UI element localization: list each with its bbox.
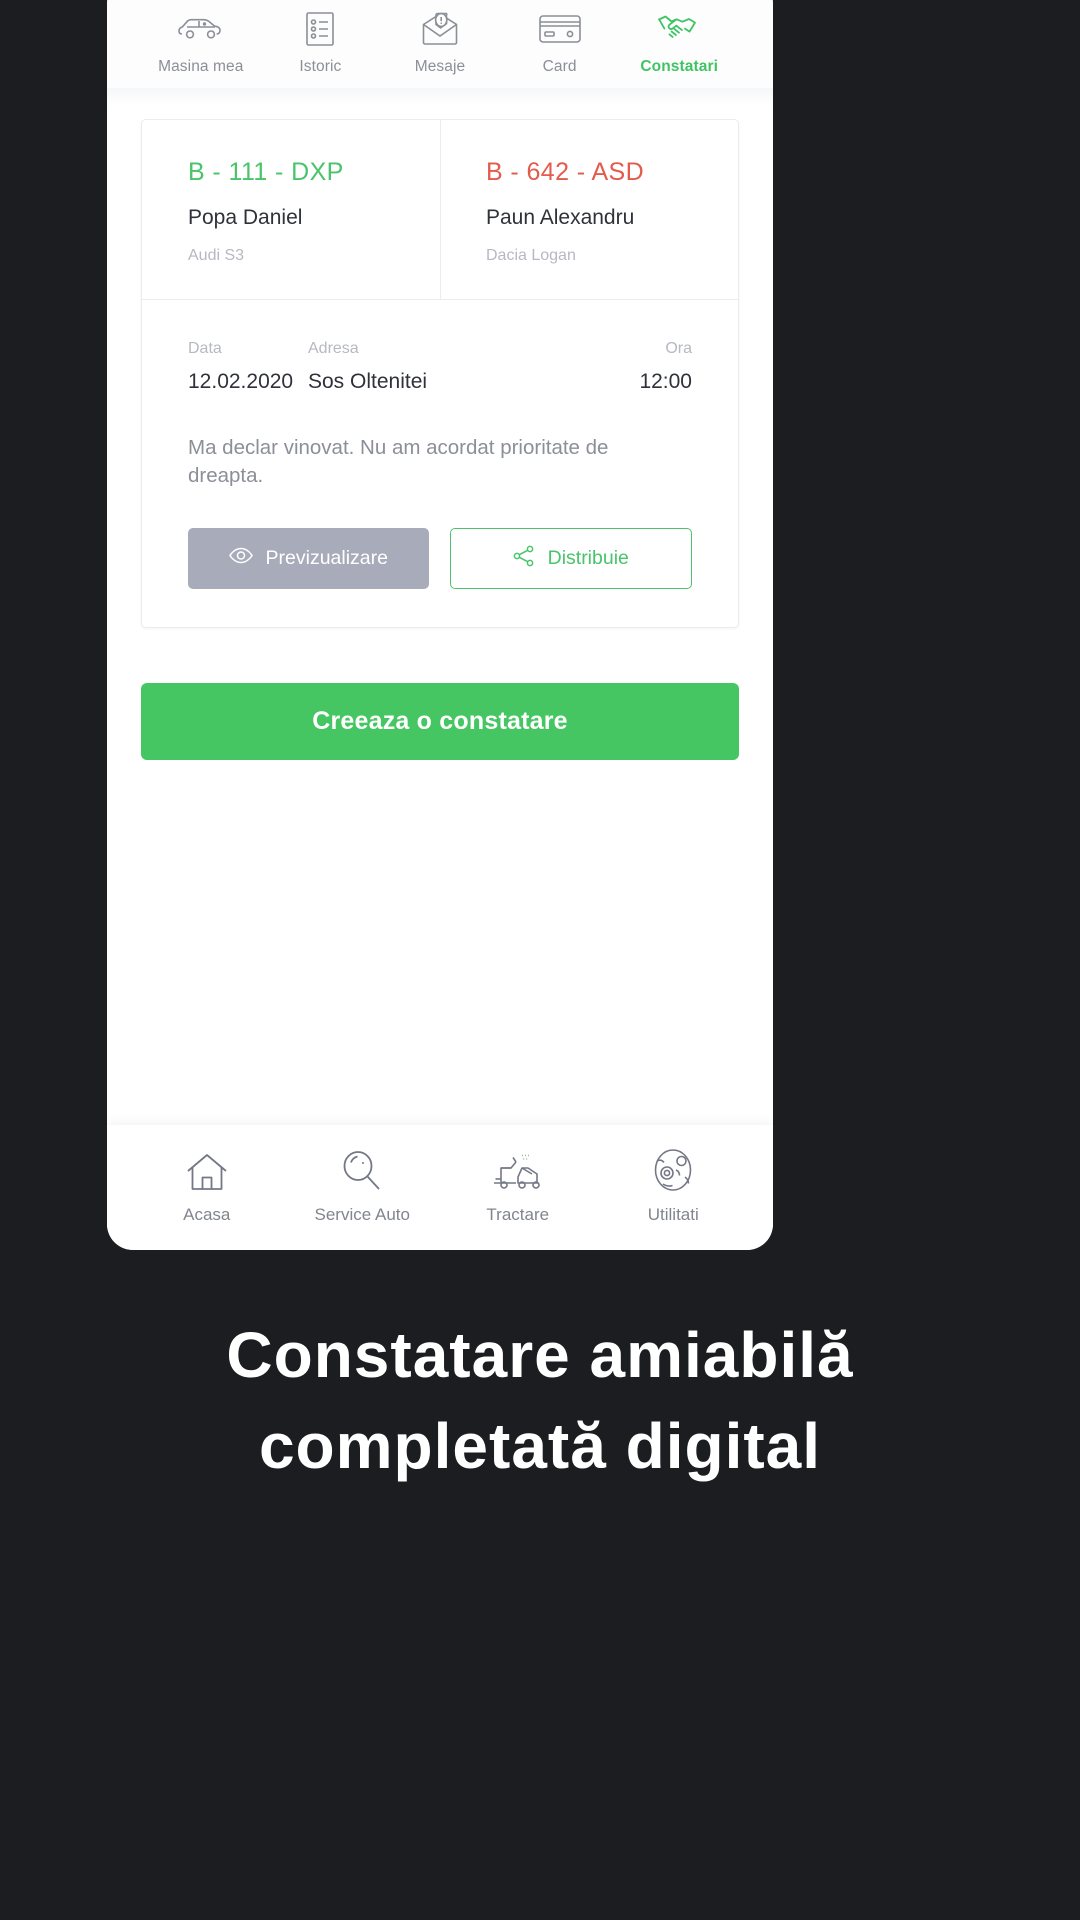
plate-number: B - 642 - ASD: [486, 158, 645, 186]
share-button[interactable]: Distribuie: [449, 528, 692, 590]
cta-label: Creeaza o constatare: [312, 707, 568, 736]
handshake-icon: [657, 12, 701, 46]
top-nav-item-mesaje[interactable]: Mesaje: [380, 12, 500, 88]
declaration-text: Ma declar vinovat. Nu am acordat priorit…: [188, 436, 609, 488]
car-icon: [177, 12, 224, 46]
bottom-nav-item-tractare[interactable]: Tractare: [440, 1151, 596, 1225]
bottom-navigation: Acasa Service Auto Tractare Utilitati: [107, 1125, 773, 1250]
create-constatare-button[interactable]: Creeaza o constatare: [141, 683, 739, 761]
headline: Constatare amiabilă completată digital: [0, 1310, 1080, 1492]
time-field: Ora 12:00: [639, 340, 692, 394]
preview-button-label: Previzualizare: [265, 547, 388, 570]
meta-row: Data 12.02.2020 Adresa Sos Oltenitei Ora…: [188, 340, 692, 394]
bottom-nav-item-service-auto[interactable]: Service Auto: [285, 1150, 441, 1225]
owner-name: Paun Alexandru: [486, 206, 635, 229]
eye-icon: [228, 547, 253, 570]
envelope-message-icon: [422, 12, 458, 46]
top-nav-label: Mesaje: [414, 58, 466, 75]
bottom-nav-item-acasa[interactable]: Acasa: [129, 1151, 285, 1225]
top-nav-label: Constatari: [640, 58, 718, 75]
headline-line-1: Constatare amiabilă: [226, 1319, 854, 1391]
top-navigation: Masina mea Istoric Mesaje Card Constatar…: [107, 0, 773, 88]
home-icon: [186, 1151, 228, 1191]
incident-details: Data 12.02.2020 Adresa Sos Oltenitei Ora…: [142, 299, 738, 627]
date-label: Data: [188, 340, 222, 357]
card-actions: Previzualizare Distribuie: [188, 528, 692, 590]
top-nav-item-card[interactable]: Card: [500, 12, 620, 88]
top-nav-item-istoric[interactable]: Istoric: [261, 12, 381, 88]
owner-name: Popa Daniel: [188, 206, 303, 229]
bottom-nav-label: Tractare: [486, 1204, 550, 1224]
address-value: Sos Oltenitei: [308, 370, 428, 393]
address-field: Adresa Sos Oltenitei: [308, 340, 639, 394]
globe-icon: [654, 1148, 692, 1191]
top-nav-label: Card: [542, 58, 577, 75]
magnifier-icon: [343, 1150, 381, 1191]
headline-line-2: completată digital: [258, 1409, 822, 1482]
preview-button[interactable]: Previzualizare: [188, 528, 429, 590]
car-model: Audi S3: [188, 247, 245, 264]
main-content: B - 111 - DXP Popa Daniel Audi S3 B - 64…: [107, 88, 773, 1123]
share-button-label: Distribuie: [547, 547, 629, 570]
phone-screen: Masina mea Istoric Mesaje Card Constatar…: [107, 0, 773, 1250]
share-icon: [513, 545, 535, 573]
credit-card-icon: [538, 12, 581, 46]
bottom-nav-item-utilitati[interactable]: Utilitati: [596, 1148, 752, 1225]
time-label: Ora: [665, 340, 692, 357]
party-b: B - 642 - ASD Paun Alexandru Dacia Logan: [440, 120, 738, 299]
date-value: 12.02.2020: [188, 370, 294, 393]
list-document-icon: [306, 12, 335, 46]
plate-number: B - 111 - DXP: [188, 158, 344, 186]
bottom-nav-label: Service Auto: [314, 1204, 410, 1224]
parties-row: B - 111 - DXP Popa Daniel Audi S3 B - 64…: [142, 120, 738, 299]
constatare-report-card: B - 111 - DXP Popa Daniel Audi S3 B - 64…: [141, 119, 739, 629]
top-nav-label: Masina mea: [158, 58, 244, 75]
time-value: 12:00: [639, 370, 692, 393]
bottom-nav-label: Utilitati: [647, 1204, 699, 1224]
bottom-nav-label: Acasa: [183, 1204, 231, 1224]
party-a: B - 111 - DXP Popa Daniel Audi S3: [142, 120, 440, 299]
top-nav-label: Istoric: [299, 58, 342, 75]
tow-truck-icon: [492, 1151, 544, 1191]
address-label: Adresa: [308, 340, 359, 357]
top-nav-item-masina-mea[interactable]: Masina mea: [141, 12, 261, 88]
date-field: Data 12.02.2020: [188, 340, 308, 394]
top-nav-item-constatari[interactable]: Constatari: [619, 12, 739, 88]
car-model: Dacia Logan: [486, 247, 576, 264]
